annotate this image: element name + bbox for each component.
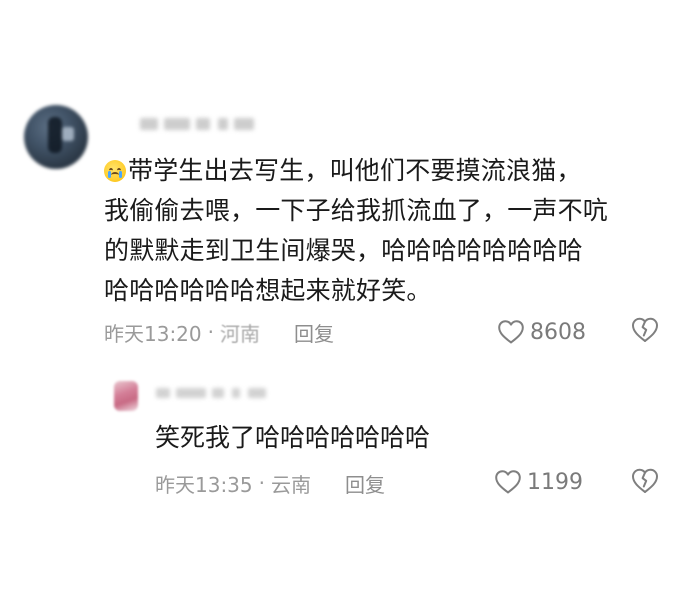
comment-line-3: 的默默走到卫生间爆哭，哈哈哈哈哈哈哈哈 [104, 236, 583, 265]
like-count: 8608 [530, 319, 586, 345]
crying-face-icon [104, 160, 126, 182]
main-comment-meta: 昨天13:20 · 河南 回复 [104, 318, 334, 346]
comment-time: 昨天13:20 [104, 321, 202, 346]
reply-comment-meta: 昨天13:35 · 云南 回复 [155, 469, 385, 497]
heart-outline-icon [495, 470, 521, 494]
like-count: 1199 [527, 469, 583, 495]
comment-location: 河南 [220, 321, 260, 346]
main-like-button[interactable]: 8608 [497, 317, 586, 347]
reply-button[interactable]: 回复 [345, 469, 385, 498]
meta-separator: · [258, 471, 265, 495]
broken-heart-icon [632, 317, 658, 342]
comment-location: 云南 [271, 472, 311, 497]
reply-dislike-button[interactable] [630, 467, 660, 499]
comment-line-2: 我偷偷去喂，一下子给我抓流血了，一声不吭 [104, 196, 609, 225]
heart-outline-icon [498, 320, 524, 344]
main-comment-username-blurred[interactable] [140, 114, 256, 134]
main-comment-avatar[interactable] [24, 105, 88, 169]
main-comment-text: 带学生出去写生，叫他们不要摸流浪猫， 我偷偷去喂，一下子给我抓流血了，一声不吭 … [104, 151, 674, 311]
reply-comment-avatar[interactable] [114, 381, 138, 411]
comment-line-4: 哈哈哈哈哈哈想起来就好笑。 [104, 276, 432, 305]
comment-line-1: 带学生出去写生，叫他们不要摸流浪猫， [104, 151, 674, 191]
broken-heart-icon [632, 468, 658, 493]
reply-comment-username-blurred[interactable] [156, 384, 272, 402]
reply-button[interactable]: 回复 [294, 318, 334, 347]
reply-comment-text: 笑死我了哈哈哈哈哈哈哈 [155, 423, 431, 452]
comment-time: 昨天13:35 [155, 472, 253, 497]
main-dislike-button[interactable] [630, 316, 660, 348]
meta-separator: · [207, 320, 214, 344]
reply-like-button[interactable]: 1199 [494, 467, 583, 497]
